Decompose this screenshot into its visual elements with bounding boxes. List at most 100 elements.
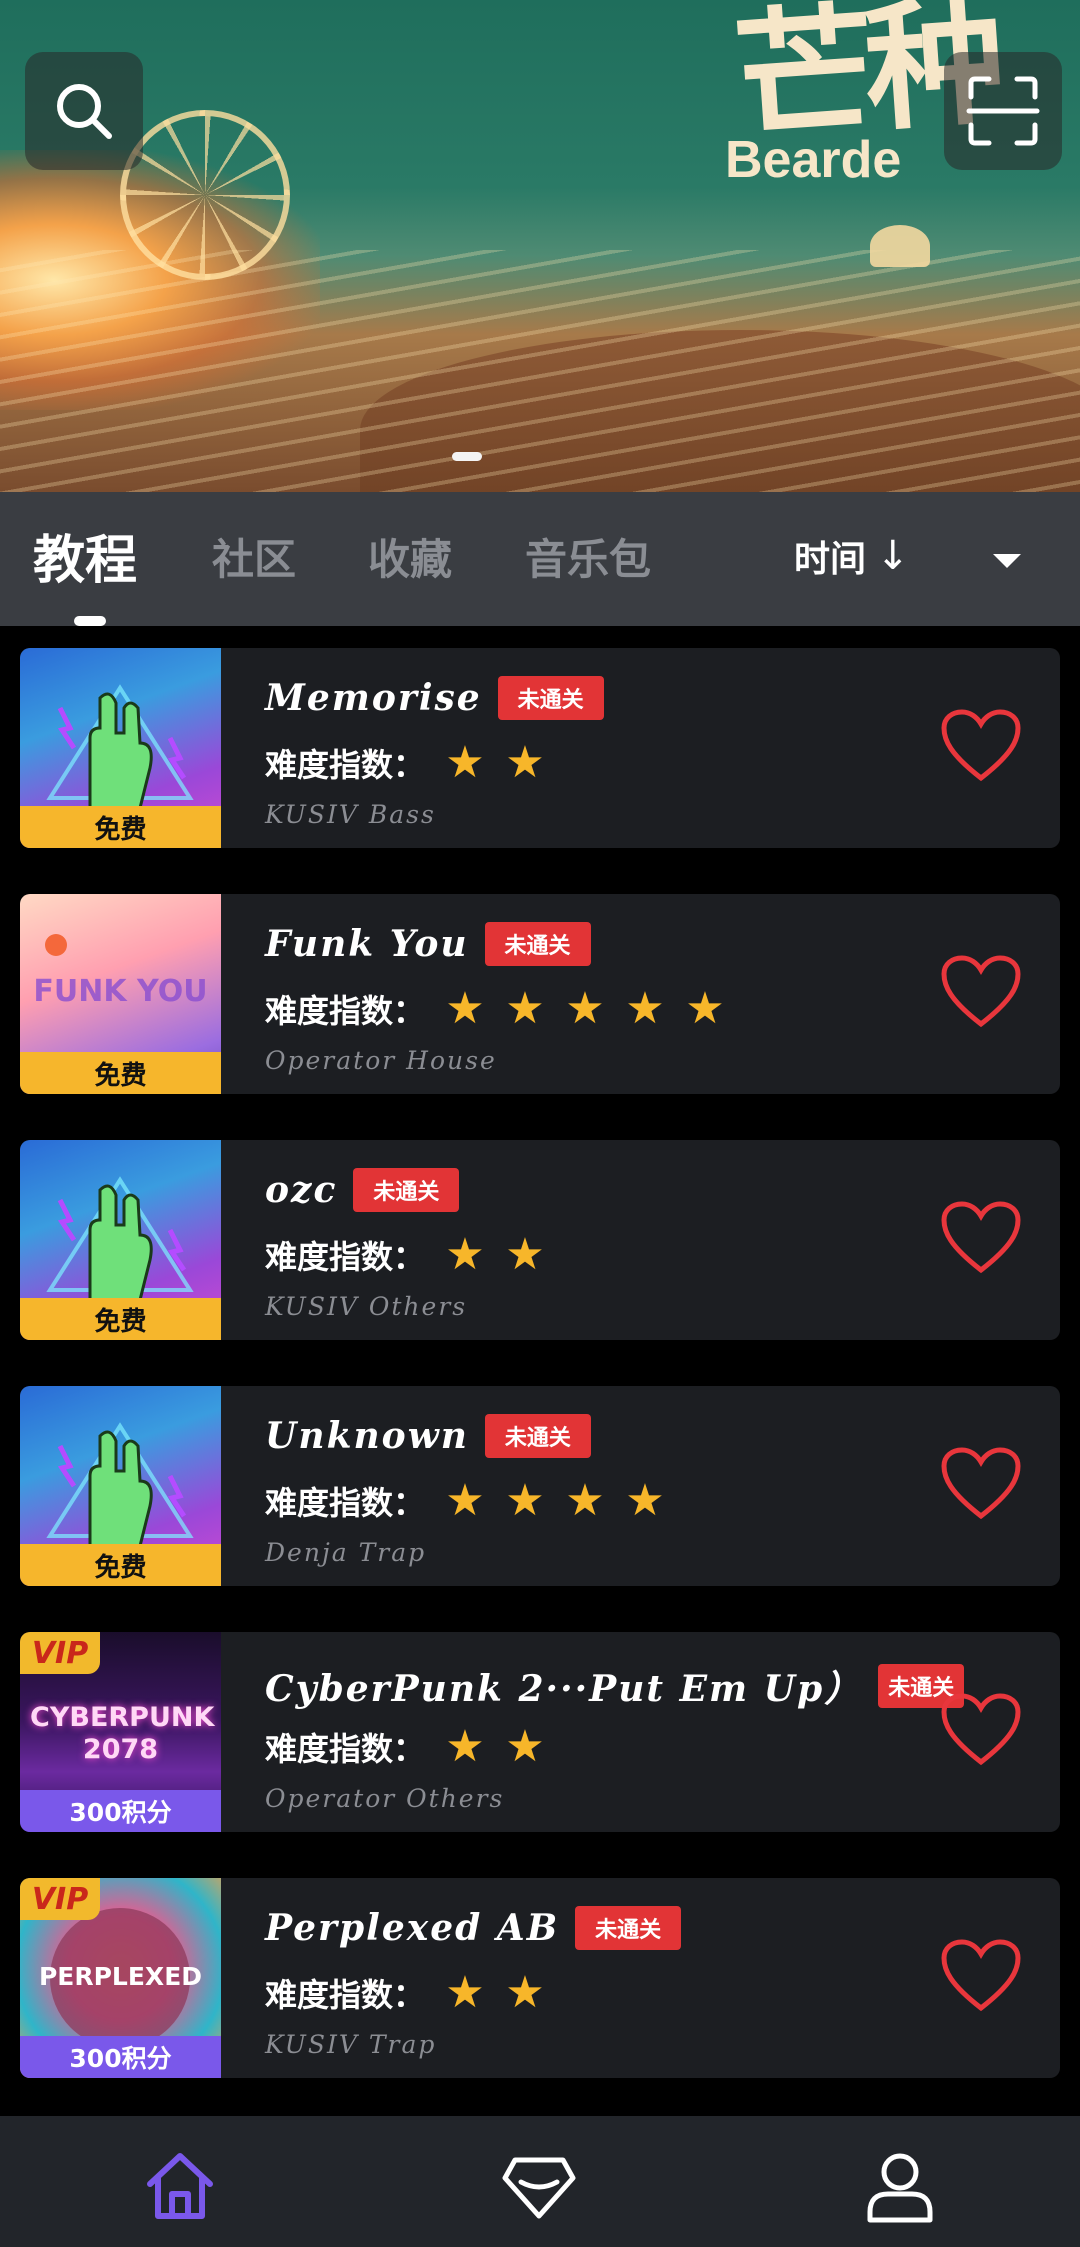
star-icon: ★ (445, 1967, 485, 2018)
star-icon: ★ (565, 983, 605, 1034)
difficulty-label: 难度指数： (265, 1238, 426, 1276)
song-art: PERPLEXED VIP 300积分 (20, 1878, 221, 2078)
song-card[interactable]: PERPLEXED VIP 300积分 Perplexed AB 未通关 难度指… (20, 1878, 1060, 2078)
favorite-heart-icon[interactable] (940, 954, 1022, 1028)
star-icon: ★ (445, 983, 485, 1034)
song-meta: Operator House (265, 1046, 497, 1075)
tab-music-packs[interactable]: 音乐包 (525, 526, 651, 587)
favorite-heart-icon[interactable] (940, 1938, 1022, 2012)
tab-community[interactable]: 社区 (212, 526, 296, 587)
song-card[interactable]: 免费 Memorise 未通关 难度指数： ★ ★ KUSIV Bass (20, 648, 1060, 848)
banner-field (0, 250, 1080, 492)
favorite-heart-icon[interactable] (940, 1446, 1022, 1520)
banner-waterwheel (120, 110, 290, 280)
difficulty-label: 难度指数： (265, 746, 426, 784)
song-art: CYBERPUNK 2078 VIP 300积分 (20, 1632, 221, 1832)
song-artist: KUSIV (265, 2030, 359, 2059)
vip-badge: VIP (20, 1878, 100, 1920)
song-art-text: PERPLEXED (38, 1962, 203, 1991)
banner[interactable]: 芒种 Bearde (0, 0, 1080, 492)
star-icon: ★ (565, 1475, 605, 1526)
song-art: FUNK YOU 免费 (20, 894, 221, 1094)
song-meta: KUSIV Others (265, 1292, 467, 1321)
star-icon: ★ (505, 983, 545, 1034)
song-title: CyberPunk 2···Put Em Up） (265, 1668, 863, 1710)
favorite-heart-icon[interactable] (940, 1692, 1022, 1766)
sort-label: 时间 (794, 539, 867, 580)
song-title: Perplexed AB (265, 1907, 560, 1949)
song-genre: Others (406, 1784, 505, 1813)
song-card[interactable]: CYBERPUNK 2078 VIP 300积分 CyberPunk 2···P… (20, 1632, 1060, 1832)
status-badge: 未通关 (497, 676, 604, 720)
song-artist: KUSIV (265, 1292, 359, 1321)
song-art: 免费 (20, 1386, 221, 1586)
difficulty-row: 难度指数： ★ ★ ★ ★ (265, 1478, 675, 1524)
song-genre: Trap (358, 1538, 427, 1567)
status-badge: 未通关 (353, 1168, 460, 1212)
song-meta: KUSIV Bass (265, 800, 436, 829)
difficulty-label: 难度指数： (265, 1730, 426, 1768)
song-genre: Trap (368, 2030, 437, 2059)
tab-indicator (74, 616, 106, 626)
song-genre: House (406, 1046, 497, 1075)
star-icon: ★ (505, 1721, 545, 1772)
difficulty-label: 难度指数： (265, 1484, 426, 1522)
difficulty-row: 难度指数： ★ ★ (265, 1970, 555, 2016)
song-meta: KUSIV Trap (265, 2030, 436, 2059)
status-badge: 未通关 (484, 1414, 591, 1458)
song-card[interactable]: FUNK YOU 免费 Funk You 未通关 难度指数： ★ ★ ★ ★ ★… (20, 894, 1060, 1094)
song-card[interactable]: 免费 ozc 未通关 难度指数： ★ ★ KUSIV Others (20, 1140, 1060, 1340)
status-badge: 未通关 (575, 1906, 682, 1950)
price-tag: 300积分 (20, 1790, 221, 1832)
price-tag: 免费 (20, 806, 221, 848)
difficulty-row: 难度指数： ★ ★ ★ ★ ★ (265, 986, 735, 1032)
tab-favorites[interactable]: 收藏 (368, 526, 452, 587)
home-icon[interactable] (142, 2148, 218, 2224)
price-tag: 免费 (20, 1298, 221, 1340)
difficulty-label: 难度指数： (265, 1976, 426, 2014)
favorite-heart-icon[interactable] (940, 1200, 1022, 1274)
song-title: ozc (265, 1169, 338, 1211)
star-icon: ★ (445, 1721, 485, 1772)
search-button[interactable] (25, 52, 143, 170)
tab-bar: 教程 社区 收藏 音乐包 时间 ↓ (0, 492, 1080, 626)
status-badge: 未通关 (484, 922, 591, 966)
song-artist: Operator (265, 1784, 397, 1813)
song-artist: Denja (265, 1538, 349, 1567)
song-artist: Operator (265, 1046, 397, 1075)
sort-button[interactable]: 时间 ↓ (794, 530, 910, 582)
song-art: 免费 (20, 648, 221, 848)
song-card[interactable]: 免费 Unknown 未通关 难度指数： ★ ★ ★ ★ Denja Trap (20, 1386, 1060, 1586)
dropdown-caret-icon[interactable] (993, 554, 1021, 568)
song-title: Memorise (265, 677, 482, 719)
user-icon[interactable] (862, 2148, 938, 2224)
tab-tutorial[interactable]: 教程 (33, 518, 137, 593)
star-icon: ★ (445, 737, 485, 788)
song-title: Funk You (265, 923, 469, 965)
sort-arrow-icon: ↓ (876, 533, 910, 579)
star-icon: ★ (625, 983, 665, 1034)
star-icon: ★ (685, 983, 725, 1034)
difficulty-row: 难度指数： ★ ★ (265, 1724, 555, 1770)
star-icon: ★ (505, 1475, 545, 1526)
song-art-text: FUNK YOU (33, 974, 208, 1009)
scan-icon (966, 76, 1040, 146)
star-icon: ★ (445, 1475, 485, 1526)
song-title: Unknown (265, 1415, 469, 1457)
search-icon (57, 84, 112, 139)
price-tag: 免费 (20, 1052, 221, 1094)
favorite-heart-icon[interactable] (940, 708, 1022, 782)
vip-badge: VIP (20, 1632, 100, 1674)
diamond-icon[interactable] (501, 2148, 577, 2224)
bottom-nav (0, 2116, 1080, 2247)
star-icon: ★ (625, 1475, 665, 1526)
song-art: 免费 (20, 1140, 221, 1340)
difficulty-label: 难度指数： (265, 992, 426, 1030)
song-genre: Bass (368, 800, 436, 829)
banner-hut (870, 225, 930, 267)
price-tag: 免费 (20, 1544, 221, 1586)
star-icon: ★ (505, 1229, 545, 1280)
song-meta: Operator Others (265, 1784, 504, 1813)
scan-button[interactable] (944, 52, 1062, 170)
banner-pager-dot[interactable] (452, 452, 482, 461)
